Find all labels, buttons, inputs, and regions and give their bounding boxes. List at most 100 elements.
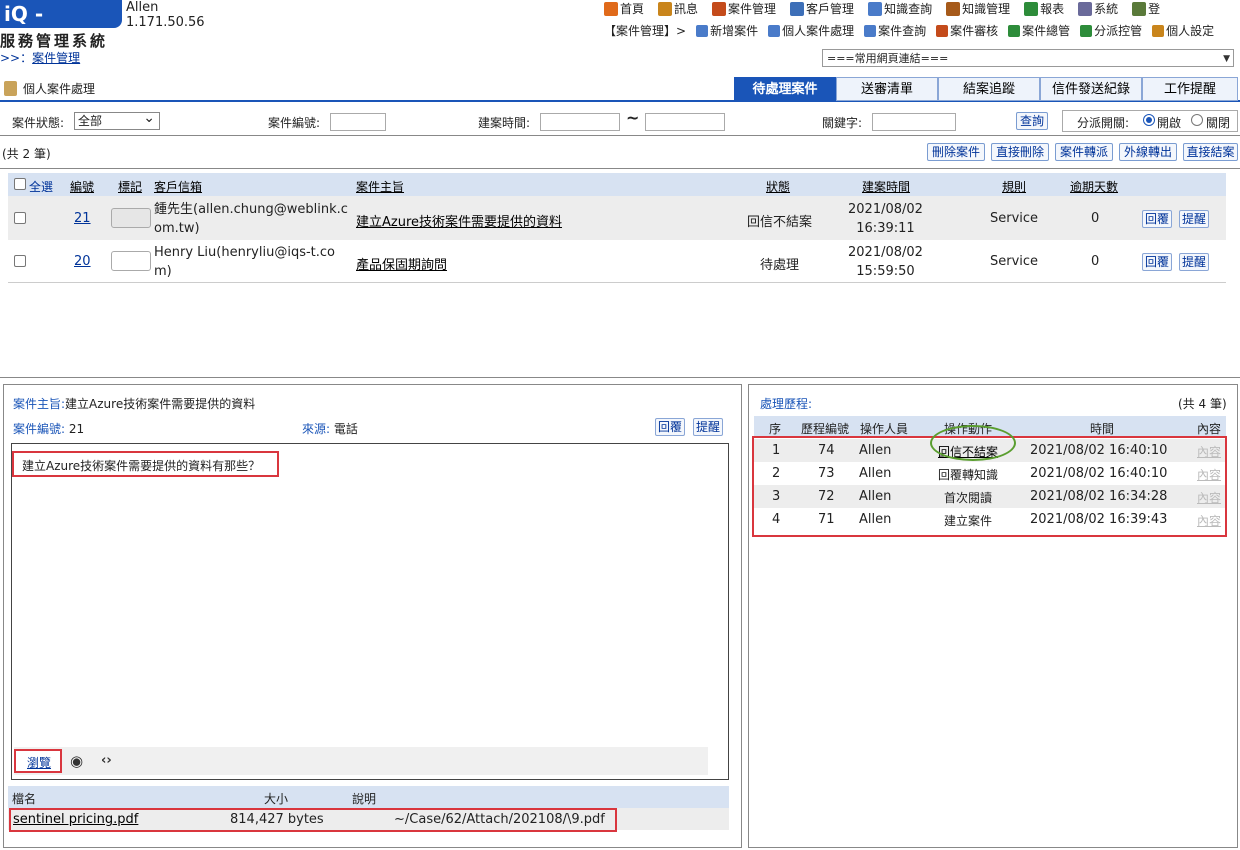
user-info: Allen 1.171.50.56 xyxy=(126,0,205,30)
attachment-size: 814,427 bytes xyxy=(230,812,324,827)
page-title: 個人案件處理 xyxy=(4,80,95,97)
range-separator: ~ xyxy=(626,108,640,127)
history-count: (共 4 筆) xyxy=(1178,397,1227,411)
top-menu-knowledge-search[interactable]: 知識查詢 xyxy=(868,0,932,17)
top-menu-customer-management[interactable]: 客戶管理 xyxy=(790,0,854,17)
logout-icon xyxy=(1132,1,1147,16)
transfer-case-button[interactable]: 案件轉派 xyxy=(1055,143,1113,161)
attachment-file-link[interactable]: sentinel pricing.pdf xyxy=(13,812,138,827)
external-transfer-button[interactable]: 外線轉出 xyxy=(1119,143,1177,161)
divider xyxy=(0,135,1240,136)
direct-delete-button[interactable]: 直接刪除 xyxy=(991,143,1049,161)
tab-review-list[interactable]: 送審清單 xyxy=(836,77,938,101)
case-subject-link[interactable]: 產品保固期詢問 xyxy=(356,254,447,273)
sub-menu-case-search[interactable]: 案件查詢 xyxy=(864,22,926,39)
history-header-content: 內容 xyxy=(1197,422,1222,436)
reply-button[interactable]: 回覆 xyxy=(1142,210,1173,228)
tab-mail-log[interactable]: 信件發送紀錄 xyxy=(1040,77,1142,101)
created-to-input[interactable] xyxy=(645,113,725,131)
document-edit-icon xyxy=(4,81,17,96)
case-subject-link[interactable]: 建立Azure技術案件需要提供的資料 xyxy=(356,211,562,230)
dispatch-on-radio[interactable] xyxy=(1143,114,1155,126)
row-checkbox[interactable] xyxy=(14,212,26,224)
case-status: 待處理 xyxy=(760,258,800,273)
attach-header-size: 大小 xyxy=(264,792,289,806)
delete-case-button[interactable]: 刪除案件 xyxy=(927,143,985,161)
breadcrumb-link-case-management[interactable]: 案件管理 xyxy=(32,51,80,65)
row-checkbox[interactable] xyxy=(14,255,26,267)
top-menu-home[interactable]: 首頁 xyxy=(604,0,644,17)
sub-menu-case-review[interactable]: 案件審核 xyxy=(936,22,998,39)
remind-button[interactable]: 提醒 xyxy=(1179,210,1210,228)
mark-field[interactable] xyxy=(111,251,151,271)
attach-header-desc: 說明 xyxy=(352,792,377,806)
case-no-input[interactable] xyxy=(330,113,386,131)
header-created[interactable]: 建案時間 xyxy=(862,178,910,195)
remind-button[interactable]: 提醒 xyxy=(1179,253,1210,271)
header-overdue[interactable]: 逾期天數 xyxy=(1070,178,1118,195)
quick-links-select[interactable]: ===常用網頁連結=== xyxy=(822,49,1234,68)
header-status[interactable]: 狀態 xyxy=(766,178,790,195)
folder-icon xyxy=(712,1,727,16)
header-rule[interactable]: 規則 xyxy=(1002,178,1026,195)
tab-work-reminders[interactable]: 工作提醒 xyxy=(1142,77,1238,101)
direct-close-button[interactable]: 直接結案 xyxy=(1183,143,1238,161)
dispatch-on-label: 開啟 xyxy=(1157,116,1182,130)
top-menu-logout[interactable]: 登 xyxy=(1132,0,1160,17)
customer-icon xyxy=(790,1,805,16)
detail-remind-button[interactable]: 提醒 xyxy=(693,418,724,436)
header-mark[interactable]: 標記 xyxy=(118,178,142,195)
case-no-link[interactable]: 20 xyxy=(74,254,91,269)
detail-subject: 案件主旨:建立Azure技術案件需要提供的資料 xyxy=(13,397,256,411)
sub-menu-prefix: 【案件管理】> xyxy=(604,24,687,38)
tab-closed-tracking[interactable]: 結案追蹤 xyxy=(938,77,1040,101)
detail-reply-button[interactable]: 回覆 xyxy=(655,418,686,436)
top-menu-reports[interactable]: 報表 xyxy=(1024,0,1064,17)
status-filter-select[interactable]: 全部 xyxy=(74,110,160,130)
header-customer[interactable]: 客戶信箱 xyxy=(154,178,202,195)
breadcrumb: >>：案件管理 xyxy=(0,49,80,66)
dispatch-label: 分派開關: xyxy=(1077,116,1130,130)
attach-header-name: 檔名 xyxy=(12,792,37,806)
header-subject[interactable]: 案件主旨 xyxy=(356,178,404,195)
sub-menu-dispatch[interactable]: 分派控管 xyxy=(1080,22,1142,39)
created-from-input[interactable] xyxy=(540,113,620,131)
report-icon xyxy=(1024,1,1039,16)
dispatch-off-label: 關閉 xyxy=(1206,116,1231,130)
select-all-checkbox[interactable] xyxy=(14,178,26,190)
sub-menu-personal-case[interactable]: 個人案件處理 xyxy=(768,22,854,39)
content-toolbar xyxy=(14,747,708,775)
mark-field[interactable] xyxy=(111,208,151,228)
tab-pending-cases[interactable]: 待處理案件 xyxy=(734,77,836,101)
user-name: Allen xyxy=(126,0,159,15)
top-menu-messages[interactable]: 訊息 xyxy=(658,0,698,17)
top-menu-system[interactable]: 系統 xyxy=(1078,0,1118,17)
case-overdue: 0 xyxy=(1091,211,1100,226)
sub-menu-case-master[interactable]: 案件總管 xyxy=(1008,22,1070,39)
new-case-icon xyxy=(696,24,709,37)
top-menu-knowledge-management[interactable]: 知識管理 xyxy=(946,0,1010,17)
case-master-icon xyxy=(1008,24,1021,37)
status-filter-label: 案件狀態: xyxy=(12,116,65,130)
source-code-icon[interactable]: ‹› xyxy=(101,753,112,768)
history-header-operator: 操作人員 xyxy=(860,422,909,436)
case-search-icon xyxy=(864,24,877,37)
top-menu-case-management[interactable]: 案件管理 xyxy=(712,0,776,17)
preview-eye-icon[interactable]: ◉ xyxy=(70,752,83,770)
system-name: 服務管理系統 xyxy=(0,32,109,50)
browse-button[interactable]: 瀏覽 xyxy=(27,754,51,771)
reply-button[interactable]: 回覆 xyxy=(1142,253,1173,271)
history-header-seq: 序 xyxy=(769,422,782,436)
sub-menu-settings[interactable]: 個人設定 xyxy=(1152,22,1214,39)
breadcrumb-prefix: >>： xyxy=(0,51,33,65)
keyword-input[interactable] xyxy=(872,113,956,131)
sub-menu-new-case[interactable]: 新增案件 xyxy=(696,22,758,39)
header-no[interactable]: 編號 xyxy=(70,178,94,195)
case-content-text: 建立Azure技術案件需要提供的資料有那些？ xyxy=(22,459,261,473)
dispatch-off-radio[interactable] xyxy=(1191,114,1203,126)
user-ip: 1.171.50.56 xyxy=(126,15,205,30)
query-button[interactable]: 查詢 xyxy=(1016,112,1048,130)
case-no-link[interactable]: 21 xyxy=(74,211,91,226)
mail-icon xyxy=(658,1,673,16)
created-filter-label: 建案時間: xyxy=(478,116,531,130)
